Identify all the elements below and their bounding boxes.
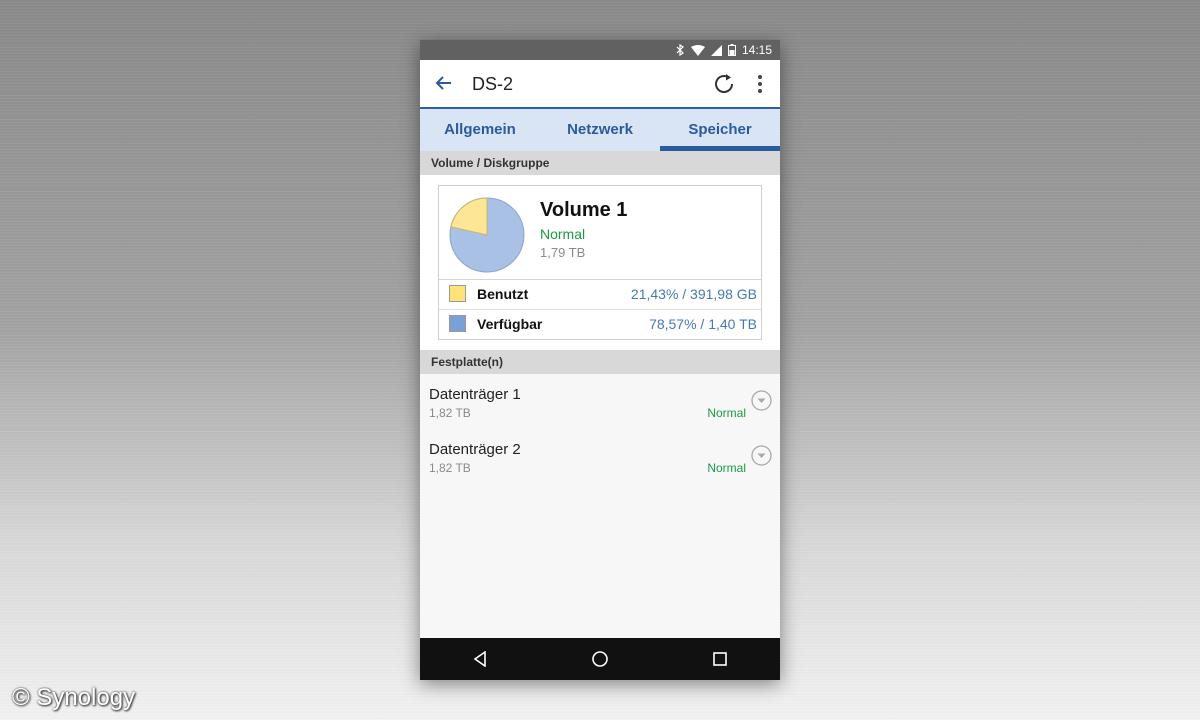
- refresh-icon[interactable]: [712, 72, 736, 96]
- disk-name: Datenträger 2: [429, 441, 521, 458]
- tab-speicher[interactable]: Speicher: [660, 109, 780, 151]
- disk-status: Normal: [707, 406, 746, 420]
- legend-value-available: 78,57% / 1,40 TB: [649, 316, 757, 332]
- tab-bar: Allgemein Netzwerk Speicher: [420, 109, 780, 151]
- page-title: DS-2: [472, 74, 514, 94]
- tab-netzwerk[interactable]: Netzwerk: [540, 109, 660, 151]
- tab-allgemein[interactable]: Allgemein: [420, 109, 540, 151]
- volume-size: 1,79 TB: [540, 245, 586, 260]
- expand-chevron-icon[interactable]: [751, 390, 772, 411]
- copyright-watermark: © Synology: [12, 684, 136, 711]
- volume-card[interactable]: Volume 1 Normal 1,79 TB Benutzt 21,43% /…: [438, 185, 762, 340]
- system-nav-bar: [420, 638, 780, 680]
- volume-status: Normal: [540, 226, 586, 242]
- disks-section-header: Festplatte(n): [420, 350, 780, 374]
- volume-card-container: Volume 1 Normal 1,79 TB Benutzt 21,43% /…: [420, 175, 780, 350]
- legend-label-used: Benutzt: [477, 286, 529, 302]
- disk-status: Normal: [707, 461, 746, 475]
- volume-name: Volume 1: [540, 199, 628, 221]
- disk-list: Datenträger 1 1,82 TB Normal Datenträger…: [420, 374, 780, 484]
- volume-section-header: Volume / Diskgruppe: [420, 151, 780, 175]
- battery-icon: [727, 44, 736, 56]
- disk-size: 1,82 TB: [429, 461, 471, 475]
- wifi-icon: [690, 44, 705, 56]
- legend-row-available: Verfügbar 78,57% / 1,40 TB: [439, 310, 761, 339]
- disk-list-item[interactable]: Datenträger 1 1,82 TB Normal: [420, 374, 780, 429]
- nav-home-icon[interactable]: [588, 647, 612, 671]
- volume-summary: Volume 1 Normal 1,79 TB: [439, 186, 761, 280]
- bluetooth-icon: [675, 44, 685, 56]
- disk-size: 1,82 TB: [429, 406, 471, 420]
- signal-icon: [710, 44, 722, 56]
- app-bar: DS-2: [420, 60, 780, 109]
- phone-screen: 14:15 DS-2 Allgemein Netzwerk Speicher V…: [420, 40, 780, 680]
- usage-pie-chart: [449, 197, 525, 273]
- legend-row-used: Benutzt 21,43% / 391,98 GB: [439, 280, 761, 310]
- available-color-swatch: [449, 315, 466, 332]
- disk-name: Datenträger 1: [429, 386, 521, 403]
- clock: 14:15: [741, 43, 772, 57]
- legend-value-used: 21,43% / 391,98 GB: [630, 286, 757, 302]
- nav-back-icon[interactable]: [468, 647, 492, 671]
- back-arrow-icon[interactable]: [434, 73, 454, 93]
- legend-label-available: Verfügbar: [477, 316, 543, 332]
- expand-chevron-icon[interactable]: [751, 445, 772, 466]
- nav-recents-icon[interactable]: [708, 647, 732, 671]
- status-bar: 14:15: [420, 40, 780, 60]
- more-options-icon[interactable]: [752, 73, 768, 95]
- used-color-swatch: [449, 285, 466, 302]
- disk-list-item[interactable]: Datenträger 2 1,82 TB Normal: [420, 429, 780, 484]
